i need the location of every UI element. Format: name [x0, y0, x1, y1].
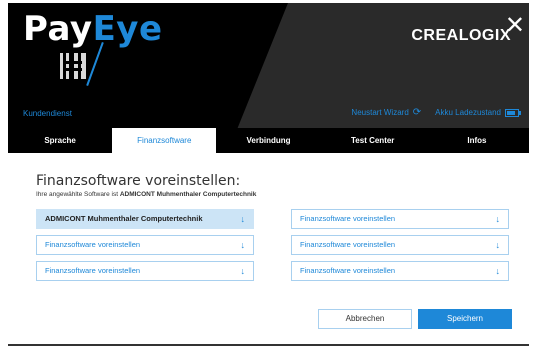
toolbar-right: Neustart Wizard ⟳ Akku Ladezustand — [351, 107, 521, 118]
battery-status-button[interactable]: Akku Ladezustand — [435, 108, 521, 117]
arrow-down-icon: ↓ — [240, 240, 246, 250]
tab-test-center[interactable]: Test Center — [321, 128, 425, 153]
select-value: Finanzsoftware voreinstellen — [300, 266, 396, 275]
header: PayEye CREALOGIX ✕ Kundendienst Neustart… — [8, 3, 529, 153]
tab-sprache[interactable]: Sprache — [8, 128, 112, 153]
battery-icon — [505, 108, 521, 117]
select-value: Finanzsoftware voreinstellen — [300, 214, 396, 223]
logo-pay: Pay — [23, 9, 93, 49]
select-value: Finanzsoftware voreinstellen — [45, 240, 141, 249]
select-value: Finanzsoftware voreinstellen — [45, 266, 141, 275]
main-content: Finanzsoftware voreinstellen: Ihre angew… — [8, 153, 529, 346]
bottom-divider — [8, 344, 529, 346]
restart-wizard-label: Neustart Wizard — [351, 108, 409, 117]
arrow-down-icon: ↓ — [240, 214, 246, 224]
subtitle-prefix: Ihre angewählte Software ist — [36, 191, 120, 198]
software-select-3[interactable]: Finanzsoftware voreinstellen ↓ — [36, 235, 254, 255]
subtitle-value: ADMICONT Muhmenthaler Computertechnik — [119, 191, 257, 198]
support-link[interactable]: Kundendienst — [23, 109, 72, 118]
app-window: PayEye CREALOGIX ✕ Kundendienst Neustart… — [8, 3, 529, 346]
arrow-down-icon: ↓ — [495, 266, 501, 276]
tab-verbindung[interactable]: Verbindung — [216, 128, 320, 153]
cancel-button[interactable]: Abbrechen — [318, 309, 412, 329]
payeye-logo: PayEye — [23, 9, 163, 49]
page-title: Finanzsoftware voreinstellen: — [36, 173, 241, 189]
refresh-icon: ⟳ — [412, 107, 422, 118]
select-value: ADMICONT Muhmenthaler Computertechnik — [45, 214, 203, 223]
arrow-down-icon: ↓ — [495, 214, 501, 224]
software-select-1[interactable]: ADMICONT Muhmenthaler Computertechnik ↓ — [36, 209, 254, 229]
crealogix-star-icon: ✕ — [504, 12, 525, 39]
software-select-5[interactable]: Finanzsoftware voreinstellen ↓ — [36, 261, 254, 281]
tab-finanzsoftware[interactable]: Finanzsoftware — [112, 128, 217, 153]
tab-bar: Sprache Finanzsoftware Verbindung Test C… — [8, 128, 529, 153]
arrow-down-icon: ↓ — [495, 240, 501, 250]
software-select-2[interactable]: Finanzsoftware voreinstellen ↓ — [291, 209, 509, 229]
select-value: Finanzsoftware voreinstellen — [300, 240, 396, 249]
software-select-4[interactable]: Finanzsoftware voreinstellen ↓ — [291, 235, 509, 255]
tab-infos[interactable]: Infos — [425, 128, 529, 153]
software-select-6[interactable]: Finanzsoftware voreinstellen ↓ — [291, 261, 509, 281]
crealogix-logo: CREALOGIX — [411, 27, 511, 44]
save-button[interactable]: Speichern — [418, 309, 512, 329]
battery-label: Akku Ladezustand — [435, 108, 501, 117]
arrow-down-icon: ↓ — [240, 266, 246, 276]
restart-wizard-button[interactable]: Neustart Wizard ⟳ — [351, 107, 421, 118]
qr-code-icon — [60, 53, 86, 79]
page-subtitle: Ihre angewählte Software ist ADMICONT Mu… — [36, 191, 256, 198]
